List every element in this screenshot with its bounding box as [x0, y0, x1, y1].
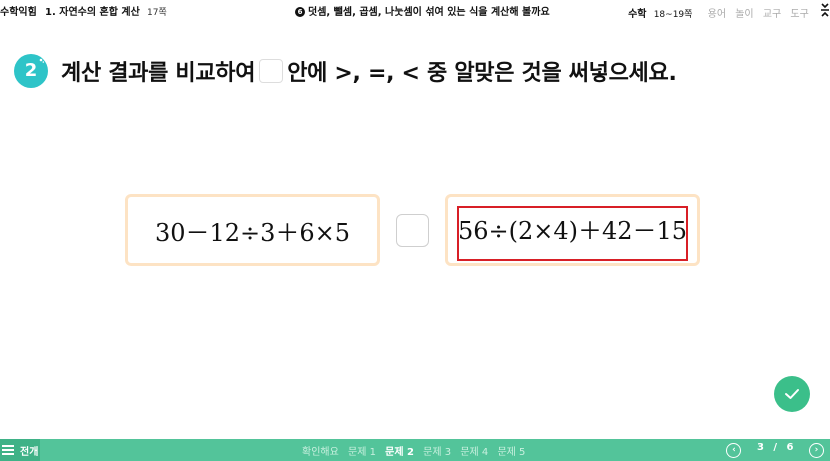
subject-pages: 18~19쪽 [653, 10, 693, 20]
menu-icon [2, 445, 14, 457]
tool-play[interactable]: 놀이 [735, 9, 753, 20]
lesson-number-badge: 6 [295, 7, 305, 17]
blank-box-icon [259, 59, 284, 83]
tab-problem-1[interactable]: 문제 1 [348, 447, 376, 458]
expand-icon[interactable] [820, 3, 830, 20]
tab-problem-4[interactable]: 문제 4 [460, 447, 488, 458]
menu-label: 전개 [20, 447, 39, 458]
prev-page-button[interactable]: ‹ [726, 443, 742, 458]
question-text-after: 안에 >, =, < 중 알맞은 것을 써넣으세요. [287, 61, 677, 86]
question-number: 2 [24, 60, 38, 81]
checkmark-icon [785, 389, 799, 399]
check-answer-button[interactable] [774, 376, 810, 412]
right-expression-box: 56÷(2×4)＋42－15 [445, 194, 700, 266]
chapter-title: 1. 자연수의 혼합 계산 [45, 7, 140, 18]
sparkle-icon [39, 58, 44, 63]
page-separator: / [773, 442, 778, 453]
problem-tabs: 확인해요 문제 1 문제 2 문제 3 문제 4 문제 5 [302, 443, 531, 458]
subject-label: 수학 [628, 9, 647, 20]
left-expression-box: 30－12÷3＋6×5 [125, 194, 380, 266]
lesson-title-wrap: 6 덧셈, 뺄셈, 곱셈, 나눗셈이 섞여 있는 식을 계산해 볼까요 [295, 3, 550, 18]
question-text-before: 계산 결과를 비교하여 [61, 61, 256, 86]
top-tools: 수학 18~19쪽 용어 놀이 교구 도구 [628, 3, 830, 20]
question-text: 계산 결과를 비교하여 안에 >, =, < 중 알맞은 것을 써넣으세요. [61, 55, 677, 87]
pager: ‹ 3 / 6 › [726, 442, 824, 458]
left-expression: 30－12÷3＋6×5 [154, 218, 351, 247]
tab-problem-3[interactable]: 문제 3 [423, 447, 451, 458]
top-bar: 수학익힘 1. 자연수의 혼합 계산 17쪽 6 덧셈, 뺄셈, 곱셈, 나눗셈이… [0, 0, 830, 22]
comparison-answer-box[interactable] [396, 214, 429, 247]
book-page: 17쪽 [147, 8, 167, 18]
tool-tools[interactable]: 도구 [790, 9, 808, 20]
lesson-title: 덧셈, 뺄셈, 곱셈, 나눗셈이 섞여 있는 식을 계산해 볼까요 [308, 7, 550, 18]
tab-confirm[interactable]: 확인해요 [302, 447, 339, 458]
page-current: 3 [756, 442, 764, 453]
tool-manipulatives[interactable]: 교구 [763, 9, 781, 20]
next-page-button[interactable]: › [809, 443, 824, 458]
tab-problem-5[interactable]: 문제 5 [497, 447, 525, 458]
book-name: 수학익힘 [0, 7, 37, 18]
book-info: 수학익힘 1. 자연수의 혼합 계산 17쪽 [0, 3, 167, 18]
tab-problem-2[interactable]: 문제 2 [385, 447, 414, 458]
tool-terms[interactable]: 용어 [708, 9, 726, 20]
page-counter: 3 / 6 [757, 442, 797, 453]
menu-button[interactable]: 전개 [0, 439, 40, 461]
right-expression: 56÷(2×4)＋42－15 [457, 216, 688, 245]
page-total: 6 [786, 442, 794, 453]
question-number-badge: 2 [14, 54, 48, 88]
bottom-bar: 전개 확인해요 문제 1 문제 2 문제 3 문제 4 문제 5 ‹ 3 / 6… [0, 439, 830, 461]
